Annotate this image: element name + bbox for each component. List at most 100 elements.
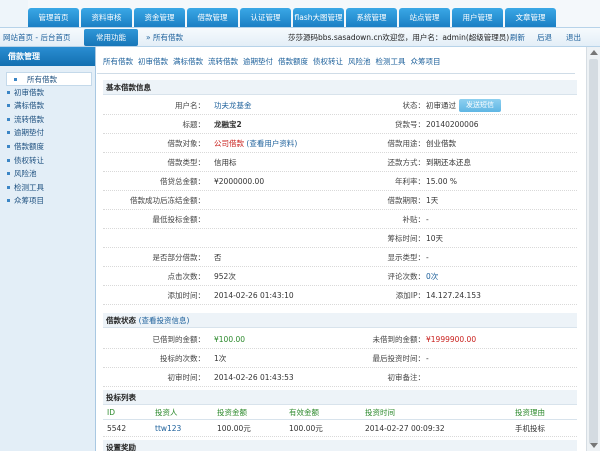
send-sms-button[interactable]: 发送短信: [459, 99, 501, 112]
sidebar-item-crowdfunding[interactable]: 众筹项目: [0, 194, 95, 208]
top-menu: 管理首页 资料审核 资金管理 借款管理 认证管理 flash大图管理 系统管理 …: [28, 8, 558, 27]
cell-invest-time: 2014-02-27 00:09:32: [365, 424, 445, 433]
value-repayment: 到期还本还息: [426, 158, 471, 167]
nav-item-loans[interactable]: 借款管理: [187, 8, 238, 27]
sidebar-item-full-loans[interactable]: 满标借款: [0, 99, 95, 113]
bullet-icon: [7, 144, 10, 148]
info-row: 借贷总金额： ¥2000000.00 年利率： 15.00 %: [103, 172, 577, 191]
bullet-icon: [7, 90, 10, 94]
bullet-icon: [7, 185, 10, 189]
tab-quota[interactable]: 借款额度: [278, 57, 308, 66]
info-row: 借款类型： 信用标 还款方式： 到期还本还息: [103, 153, 577, 172]
sidebar-item-label: 借款额度: [14, 141, 44, 151]
sidebar-item-risk-pool[interactable]: 风险池: [0, 167, 95, 181]
info-row: 投标的次数： 1次 最后投资时间： -: [103, 349, 577, 368]
label-display-type: 显示类型：: [387, 253, 426, 262]
value-loan-number: 20140200006: [426, 120, 479, 129]
info-row: 最低投标金额： 补贴： -: [103, 210, 577, 229]
bullet-icon: [7, 104, 10, 108]
section-title-text: 基本借款信息: [106, 83, 151, 92]
tab-crowdfunding[interactable]: 众筹项目: [411, 57, 441, 66]
label-bid-count: 投标的次数：: [160, 354, 205, 363]
label-borrowed-amount: 已借到的金额：: [152, 335, 206, 344]
info-row: 借款对象： 公司借款 (查看用户资料) 借款用途： 创业借款: [103, 134, 577, 153]
column-header-valid-amount: 有效金额: [289, 408, 319, 417]
nav-item-funds[interactable]: 资金管理: [134, 8, 185, 27]
view-user-profile-link[interactable]: (查看用户资料): [246, 139, 297, 148]
section-bid-list-title: 投标列表: [103, 390, 577, 405]
nav-item-flash[interactable]: flash大图管理: [293, 8, 344, 27]
sidebar-item-initial-review[interactable]: 初审借款: [0, 86, 95, 100]
value-status: 初审通过: [426, 101, 456, 110]
tab-tools[interactable]: 检测工具: [376, 57, 406, 66]
sidebar-item-label: 初审借款: [14, 87, 44, 97]
tab-debt-transfer[interactable]: 债权转让: [313, 57, 343, 66]
label-comment-count: 评论次数：: [387, 272, 426, 281]
tab-risk-pool[interactable]: 风险池: [348, 57, 371, 66]
info-row: 筹标时间： 10天: [103, 229, 577, 248]
label-purpose: 借款用途：: [387, 139, 426, 148]
tab-all-loans[interactable]: 所有借款: [103, 57, 133, 66]
nav-item-site[interactable]: 站点管理: [399, 8, 450, 27]
home-links[interactable]: 网站首页 - 后台首页: [3, 28, 70, 47]
sidebar-title: 借款管理: [0, 47, 95, 66]
cell-reason: 手机投标: [515, 424, 545, 433]
nav-item-users[interactable]: 用户管理: [452, 8, 503, 27]
label-status: 状态：: [402, 101, 426, 110]
label-title: 标题：: [182, 120, 206, 129]
tab-initial-review[interactable]: 初审借款: [138, 57, 168, 66]
tab-circulating[interactable]: 流转借款: [208, 57, 238, 66]
tab-overdue[interactable]: 逾期垫付: [243, 57, 273, 66]
sidebar-item-overdue[interactable]: 逾期垫付: [0, 126, 95, 140]
sidebar-item-tools[interactable]: 检测工具: [0, 181, 95, 195]
scroll-up-arrow-icon[interactable]: [590, 50, 598, 55]
nav-item-system[interactable]: 系统管理: [346, 8, 397, 27]
value-remaining-amount: ¥1999900.00: [426, 335, 477, 344]
label-borrower-type: 借款对象：: [167, 139, 206, 148]
label-remaining-amount: 未借到的金额：: [372, 335, 426, 344]
nav-item-articles[interactable]: 文章管理: [505, 8, 556, 27]
info-row: 用户名： 功夫龙基金 状态： 初审通过 发送短信: [103, 96, 577, 115]
label-username: 用户名：: [175, 101, 205, 110]
column-header-investor: 投资人: [155, 408, 178, 417]
section-title-text: 投标列表: [106, 393, 136, 402]
value-comment-count[interactable]: 0次: [426, 267, 438, 286]
sidebar-item-all-loans[interactable]: 所有借款: [6, 72, 92, 86]
scroll-down-arrow-icon[interactable]: [590, 443, 598, 448]
nav-item-auth[interactable]: 认证管理: [240, 8, 291, 27]
column-header-id: ID: [107, 408, 115, 417]
sidebar-item-label: 风险池: [14, 169, 37, 179]
label-repayment: 还款方式：: [387, 158, 426, 167]
cell-investor[interactable]: ttw123: [155, 420, 181, 437]
sidebar-list: 所有借款 初审借款 满标借款 流转借款 逾期垫付 借款额度 债权转让 风险池 检…: [0, 72, 95, 208]
back-link[interactable]: 后退: [537, 28, 552, 47]
value-annual-rate: 15.00 %: [426, 177, 457, 186]
label-loan-term: 借款期限：: [387, 196, 426, 205]
logout-link[interactable]: 退出: [566, 28, 581, 47]
tab-full-loans[interactable]: 满标借款: [173, 57, 203, 66]
sub-tabs: 所有借款 初审借款 满标借款 流转借款 逾期垫付 借款额度 债权转让 风险池 检测工具 众筹项目: [103, 56, 446, 68]
sidebar-item-label: 债权转让: [14, 155, 44, 165]
sub-header-bar: 网站首页 - 后台首页 常用功能 » 所有借款 莎莎源码bbs.sasadown…: [0, 27, 600, 47]
nav-item-review[interactable]: 资料审核: [81, 8, 132, 27]
sidebar-item-label: 逾期垫付: [14, 128, 44, 138]
value-borrower-type: 公司借款 (查看用户资料): [214, 134, 297, 153]
column-header-amount: 投资金额: [217, 408, 247, 417]
sidebar-item-quota[interactable]: 借款额度: [0, 140, 95, 154]
sidebar-item-label: 满标借款: [14, 101, 44, 111]
view-investment-link[interactable]: (查看投资信息): [139, 316, 190, 325]
sidebar-item-circulating[interactable]: 流转借款: [0, 113, 95, 127]
top-navigation: 管理首页 资料审核 资金管理 借款管理 认证管理 flash大图管理 系统管理 …: [0, 0, 600, 27]
nav-item-dashboard[interactable]: 管理首页: [28, 8, 79, 27]
label-add-ip: 添加IP：: [395, 291, 425, 300]
vertical-scrollbar[interactable]: [586, 47, 600, 451]
value-last-invest-time: -: [426, 354, 429, 363]
value-username[interactable]: 功夫龙基金: [214, 96, 252, 115]
refresh-link[interactable]: 刷新: [510, 28, 525, 47]
label-min-bid: 最低投标金额：: [152, 215, 206, 224]
quick-functions-button[interactable]: 常用功能: [84, 29, 138, 46]
cell-amount: 100.00元: [217, 424, 251, 433]
cell-valid-amount: 100.00元: [289, 424, 323, 433]
scroll-thumb[interactable]: [589, 59, 598, 444]
sidebar-item-debt-transfer[interactable]: 债权转让: [0, 154, 95, 168]
